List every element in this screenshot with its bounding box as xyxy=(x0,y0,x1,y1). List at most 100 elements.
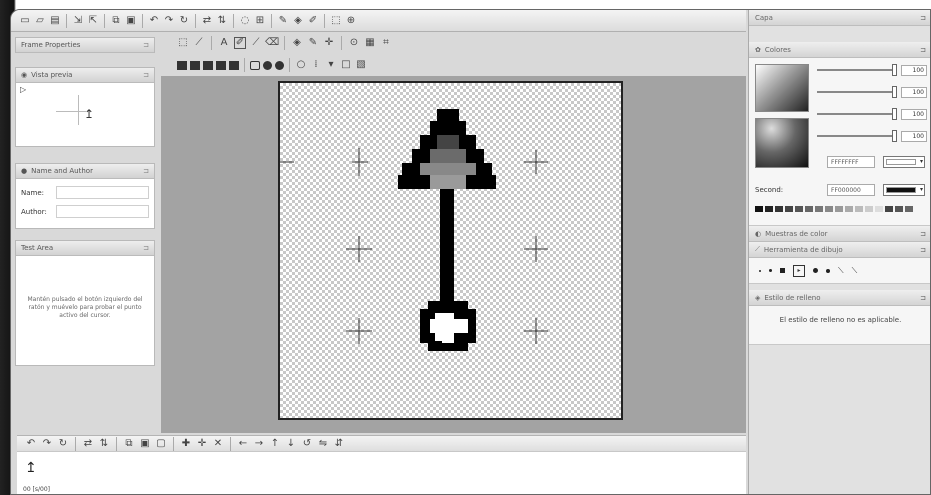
flip-frame-icon[interactable]: ⇄ xyxy=(82,438,94,450)
open-icon[interactable]: ▱ xyxy=(34,15,46,27)
select-icon[interactable]: ⬚ xyxy=(330,15,342,27)
paste-frame-icon[interactable]: ▣ xyxy=(139,438,151,450)
move-left-icon[interactable]: ← xyxy=(237,438,249,450)
palette-swatch[interactable] xyxy=(875,206,883,212)
move-up-icon[interactable]: ↑ xyxy=(269,438,281,450)
red-slider[interactable] xyxy=(817,64,897,76)
palette-swatch[interactable] xyxy=(815,206,823,212)
rect-select-icon[interactable]: ⬚ xyxy=(177,37,189,49)
primary-hex-field[interactable]: FFFFFFFF xyxy=(827,156,875,168)
slider-knob[interactable] xyxy=(892,130,897,142)
blue-slider[interactable] xyxy=(817,108,897,120)
green-slider[interactable] xyxy=(817,86,897,98)
pencil-icon[interactable]: ✐ xyxy=(307,15,319,27)
palette-swatch[interactable] xyxy=(795,206,803,212)
line-tool-icon[interactable]: ⟋ xyxy=(193,37,205,49)
brush-size-6[interactable] xyxy=(826,268,830,273)
primary-color-picker[interactable] xyxy=(755,64,809,112)
new-icon[interactable]: ▭ xyxy=(19,15,31,27)
pin-icon[interactable]: ⊐ xyxy=(143,41,149,49)
second-color-dropdown[interactable]: ▾ xyxy=(883,184,925,196)
palette-swatch[interactable] xyxy=(775,206,783,212)
name-author-header[interactable]: ● Name and Author ⊐ xyxy=(16,164,154,179)
undo-icon[interactable]: ↶ xyxy=(148,15,160,27)
flip-icon[interactable]: ⇄ xyxy=(201,15,213,27)
pin-icon[interactable]: ⊐ xyxy=(143,244,149,252)
move-right-icon[interactable]: → xyxy=(253,438,265,450)
brush-size-1[interactable] xyxy=(759,269,761,272)
delete-frame-icon[interactable]: ✕ xyxy=(212,438,224,450)
test-area-header[interactable]: Test Area ⊐ xyxy=(16,241,154,256)
eyedropper-icon[interactable]: ✎ xyxy=(277,15,289,27)
red-value[interactable]: 100 xyxy=(901,64,927,76)
rect-outline-option[interactable] xyxy=(250,60,260,70)
layer-header[interactable]: Capa ⊐ xyxy=(749,10,930,26)
palette-swatch[interactable] xyxy=(885,206,893,212)
blue-value[interactable]: 100 xyxy=(901,108,927,120)
copy-frame-icon[interactable]: ⧉ xyxy=(123,438,135,450)
palette-swatch[interactable] xyxy=(755,206,763,212)
text-tool-icon[interactable]: A xyxy=(218,37,230,49)
export-icon[interactable]: ⇱ xyxy=(87,15,99,27)
pencil-tool-icon[interactable]: ✐ xyxy=(234,37,246,49)
eraser-tool-icon[interactable]: ⌫ xyxy=(265,37,279,49)
mirror-icon[interactable]: ⇅ xyxy=(216,15,228,27)
slider-knob[interactable] xyxy=(892,108,897,120)
shape-tool-icon[interactable]: ⌗ xyxy=(380,37,392,49)
author-field[interactable] xyxy=(56,205,149,218)
shape-option-3[interactable] xyxy=(203,60,213,70)
pin-icon[interactable]: ⊐ xyxy=(920,246,926,254)
test-area-hint[interactable]: Mantén pulsado el botón izquierdo del ra… xyxy=(16,256,154,320)
brush-size-5[interactable] xyxy=(813,268,818,273)
palette-swatch[interactable] xyxy=(905,206,913,212)
brush-size-selected[interactable]: ▸ xyxy=(793,264,805,277)
insert-frame-icon[interactable]: ✛ xyxy=(196,438,208,450)
primary-color-dropdown[interactable]: ▾ xyxy=(883,156,925,168)
lasso-icon[interactable]: ◌ xyxy=(239,15,251,27)
pin-icon[interactable]: ⊐ xyxy=(920,14,926,22)
second-hex-field[interactable]: FF000000 xyxy=(827,184,875,196)
paste-icon[interactable]: ▣ xyxy=(125,15,137,27)
pin-icon[interactable]: ⊐ xyxy=(920,230,926,238)
slider-knob[interactable] xyxy=(892,64,897,76)
duplicate-frame-icon[interactable]: ↷ xyxy=(41,438,53,450)
save-icon[interactable]: ▤ xyxy=(49,15,61,27)
zoom-icon[interactable]: ⊕ xyxy=(345,15,357,27)
pin-icon[interactable]: ⊐ xyxy=(143,167,149,175)
palette-swatch[interactable] xyxy=(855,206,863,212)
grid-toggle-icon[interactable]: ▧ xyxy=(355,59,367,71)
palette-swatch[interactable] xyxy=(845,206,853,212)
name-field[interactable] xyxy=(56,186,149,199)
slider-knob[interactable] xyxy=(892,86,897,98)
ellipse-option-2[interactable] xyxy=(275,60,284,70)
swatches-header[interactable]: ◐ Muestras de color ⊐ xyxy=(749,226,930,242)
palette-swatch[interactable] xyxy=(785,206,793,212)
brush-diag-1[interactable]: ⟍ xyxy=(838,266,844,276)
pixel-canvas[interactable] xyxy=(278,81,623,420)
brush-tool-icon[interactable]: ⟋ xyxy=(250,37,262,49)
ellipse-option[interactable] xyxy=(263,60,272,70)
circle-outline-icon[interactable]: ○ xyxy=(295,59,307,71)
palette-swatch[interactable] xyxy=(865,206,873,212)
shape-option-1[interactable] xyxy=(177,60,187,70)
palette-swatch[interactable] xyxy=(765,206,773,212)
preview-header[interactable]: ◉ Vista previa ⊐ xyxy=(16,68,154,83)
pin-icon[interactable]: ⊐ xyxy=(143,71,149,79)
copy-icon[interactable]: ⧉ xyxy=(110,15,122,27)
reset-icon[interactable]: ↺ xyxy=(301,438,313,450)
clear-frame-icon[interactable]: ▢ xyxy=(155,438,167,450)
palette-swatch[interactable] xyxy=(805,206,813,212)
size-stepper-icon[interactable]: ⁞ xyxy=(310,59,322,71)
bucket-tool-icon[interactable]: ◈ xyxy=(291,37,303,49)
shape-option-5[interactable] xyxy=(229,60,239,70)
fill-style-header[interactable]: ◈ Estilo de relleno ⊐ xyxy=(749,290,930,306)
brush-diag-2[interactable]: ⟍ xyxy=(852,266,858,276)
fill-icon[interactable]: ◈ xyxy=(292,15,304,27)
palette-swatch[interactable] xyxy=(835,206,843,212)
colors-header[interactable]: ✿ Colores ⊐ xyxy=(749,42,930,58)
flip-v-icon[interactable]: ⇵ xyxy=(333,438,345,450)
pin-icon[interactable]: ⊐ xyxy=(920,46,926,54)
dropdown-icon[interactable]: ▾ xyxy=(325,59,337,71)
move-down-icon[interactable]: ↓ xyxy=(285,438,297,450)
frame-properties-header[interactable]: Frame Properties ⊐ xyxy=(16,38,154,53)
